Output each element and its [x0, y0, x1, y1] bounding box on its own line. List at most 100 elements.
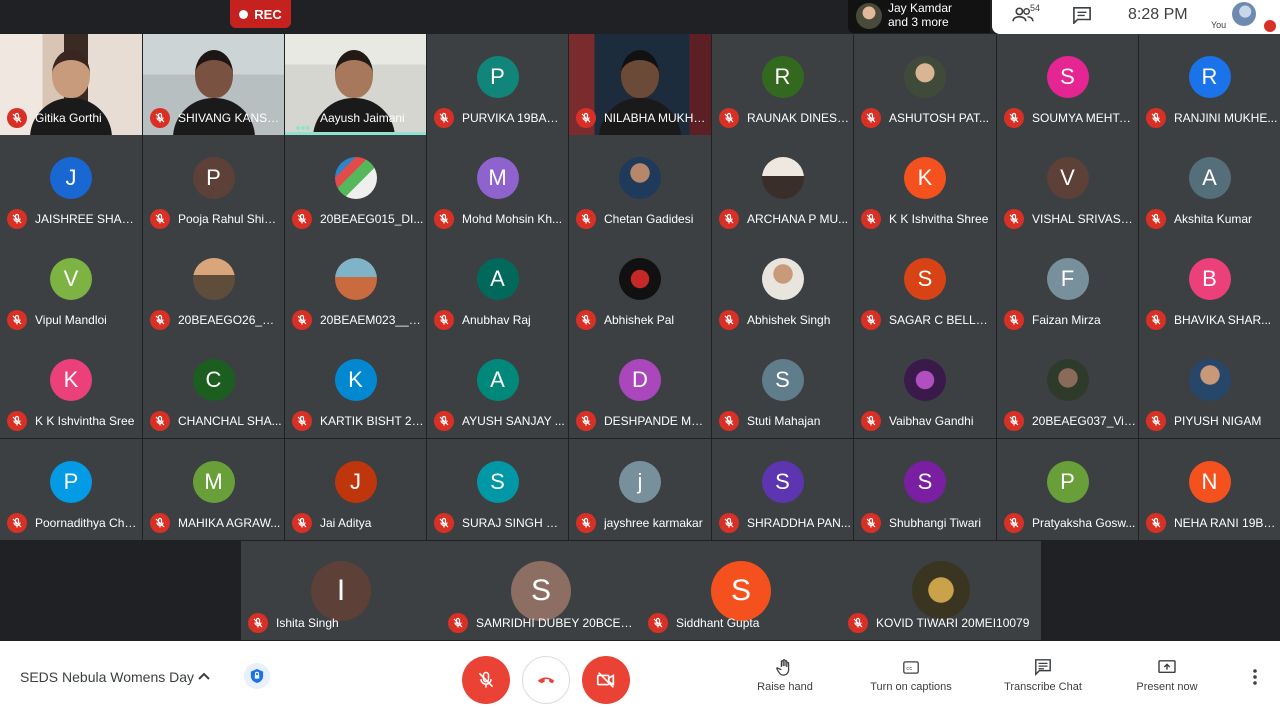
camera-toggle-button[interactable] — [582, 656, 630, 704]
participant-face — [621, 50, 659, 98]
participant-tile[interactable]: Aayush Jaimani — [285, 34, 426, 135]
participant-tile[interactable]: Abhishek Pal — [569, 236, 711, 337]
participant-tile[interactable]: S Shubhangi Tiwari — [854, 439, 996, 540]
participant-tile[interactable]: K K K Ishvintha Sree — [0, 337, 142, 438]
mic-off-icon — [576, 513, 596, 533]
presenter-indicator[interactable]: Jay Kamdar and 3 more — [848, 0, 990, 33]
participant-tile[interactable]: PIYUSH NIGAM — [1139, 337, 1280, 438]
self-avatar[interactable] — [1232, 2, 1256, 26]
participant-tile[interactable]: M MAHIKA AGRAW... — [143, 439, 284, 540]
participant-tile[interactable]: P Pratyaksha Gosw... — [997, 439, 1138, 540]
participant-tile[interactable]: S SOUMYA MEHTA ... — [997, 34, 1138, 135]
participant-name: SOUMYA MEHTA ... — [1032, 111, 1136, 125]
participant-tile[interactable]: S Siddhant Gupta — [641, 541, 841, 640]
participant-tile[interactable]: S SURAJ SINGH CH... — [427, 439, 568, 540]
participant-tile[interactable]: j jayshree karmakar — [569, 439, 711, 540]
presenter-name: Jay Kamdar — [888, 1, 953, 15]
participant-name: JAISHREE SHAR... — [35, 212, 139, 226]
participant-tile[interactable]: C CHANCHAL SHA... — [143, 337, 284, 438]
participant-tile[interactable]: SHIVANG KANSA... — [143, 34, 284, 135]
participant-avatar: I — [311, 561, 371, 621]
meeting-safety-icon[interactable] — [244, 663, 270, 689]
mic-off-icon — [1004, 310, 1024, 330]
participant-avatar: J — [50, 157, 92, 199]
participant-tile[interactable]: 20BEAEM023__L... — [285, 236, 426, 337]
participant-avatar: S — [761, 461, 804, 503]
participant-name: Anubhav Raj — [462, 313, 531, 327]
participant-name: AYUSH SANJAY ... — [462, 414, 565, 428]
participant-tile[interactable]: J Jai Aditya — [285, 439, 426, 540]
participant-tile[interactable]: P PURVIKA 19BAS1... — [427, 34, 568, 135]
participant-tile[interactable]: N NEHA RANI 19BE... — [1139, 439, 1280, 540]
participant-tile[interactable]: R RAUNAK DINESH... — [712, 34, 853, 135]
participant-tile[interactable]: D DESHPANDE ME... — [569, 337, 711, 438]
participant-tile[interactable]: P Poornadithya Cha... — [0, 439, 142, 540]
participant-tile[interactable]: 20BEAEGO26_SA... — [143, 236, 284, 337]
participant-tile[interactable]: 20BEAEG037_Viv... — [997, 337, 1138, 438]
participant-photo-avatar — [619, 157, 661, 199]
participant-tile[interactable]: V Vipul Mandloi — [0, 236, 142, 337]
participant-avatar: j — [619, 461, 661, 503]
participant-tile[interactable]: K K K Ishvitha Shree — [854, 135, 996, 236]
participant-tile[interactable]: Gitika Gorthi — [0, 34, 142, 135]
participant-avatar: S — [511, 561, 571, 621]
participant-tile[interactable]: S SHRADDHA PAN... — [712, 439, 853, 540]
participant-avatar: P — [192, 157, 235, 199]
meeting-title[interactable]: SEDS Nebula Womens Day — [20, 669, 194, 685]
participant-name: MAHIKA AGRAW... — [178, 516, 281, 530]
clock: 8:28 PM — [1128, 6, 1188, 23]
participant-name: Jai Aditya — [320, 516, 372, 530]
participant-name: Gitika Gorthi — [35, 111, 102, 125]
participant-tile[interactable]: Chetan Gadidesi — [569, 135, 711, 236]
participant-tile[interactable]: F Faizan Mirza — [997, 236, 1138, 337]
participant-avatar: M — [476, 157, 519, 199]
participant-tile[interactable]: M Mohd Mohsin Kh... — [427, 135, 568, 236]
mic-off-icon — [576, 108, 596, 128]
participant-tile[interactable]: I Ishita Singh — [241, 541, 441, 640]
microphone-toggle-button[interactable] — [462, 656, 510, 704]
participant-tile[interactable]: A Anubhav Raj — [427, 236, 568, 337]
participant-name: 20BEAEM023__L... — [320, 313, 424, 327]
participant-name: SAGAR C BELLA... — [889, 313, 993, 327]
participant-photo-avatar — [904, 359, 946, 401]
participant-tile[interactable]: V VISHAL SRIVAST... — [997, 135, 1138, 236]
captions-button[interactable]: cc Turn on captions — [862, 657, 960, 693]
participant-tile[interactable]: S SAGAR C BELLA... — [854, 236, 996, 337]
participant-name: Vaibhav Gandhi — [889, 414, 974, 428]
participant-tile[interactable]: KOVID TIWARI 20MEI10079 — [841, 541, 1041, 640]
participant-tile[interactable]: ASHUTOSH PAT... — [854, 34, 996, 135]
participant-tile[interactable]: S SAMRIDHI DUBEY 20BCE10... — [441, 541, 641, 640]
participant-tile[interactable]: S Stuti Mahajan — [712, 337, 853, 438]
participant-tile[interactable]: J JAISHREE SHAR... — [0, 135, 142, 236]
participant-tile[interactable]: Vaibhav Gandhi — [854, 337, 996, 438]
participant-name: Vipul Mandloi — [35, 313, 107, 327]
participant-tile[interactable]: A AYUSH SANJAY ... — [427, 337, 568, 438]
participant-face — [195, 50, 233, 98]
participant-name: KARTIK BISHT 20... — [320, 414, 424, 428]
participant-tile[interactable]: 20BEAEG015_DI... — [285, 135, 426, 236]
participant-photo-avatar — [619, 258, 661, 300]
participant-avatar: S — [1046, 56, 1089, 98]
leave-call-button[interactable] — [522, 656, 570, 704]
mic-off-icon — [719, 411, 739, 431]
participant-tile[interactable]: NILABHA MUKHE... — [569, 34, 711, 135]
participant-avatar: J — [334, 461, 377, 503]
participant-tile[interactable]: R RANJINI MUKHE... — [1139, 34, 1280, 135]
participant-tile[interactable]: K KARTIK BISHT 20... — [285, 337, 426, 438]
participant-tile[interactable]: A Akshita Kumar — [1139, 135, 1280, 236]
raise-hand-button[interactable]: Raise hand — [750, 657, 820, 693]
transcribe-chat-button[interactable]: Transcribe Chat — [997, 657, 1089, 693]
present-icon — [1158, 660, 1176, 674]
participant-tile[interactable]: Abhishek Singh — [712, 236, 853, 337]
chat-icon[interactable] — [1072, 6, 1094, 26]
participant-tile[interactable]: B BHAVIKA SHAR... — [1139, 236, 1280, 337]
participant-name: SHRADDHA PAN... — [747, 516, 851, 530]
participant-name: DESHPANDE ME... — [604, 414, 708, 428]
participant-tile[interactable]: P Pooja Rahul Shim... — [143, 135, 284, 236]
participant-photo-avatar — [912, 561, 970, 619]
present-now-button[interactable]: Present now — [1128, 657, 1206, 693]
chevron-up-icon[interactable] — [197, 669, 211, 683]
more-options-icon[interactable] — [1247, 668, 1263, 686]
mic-off-icon — [7, 209, 27, 229]
participant-tile[interactable]: ARCHANA P MU... — [712, 135, 853, 236]
